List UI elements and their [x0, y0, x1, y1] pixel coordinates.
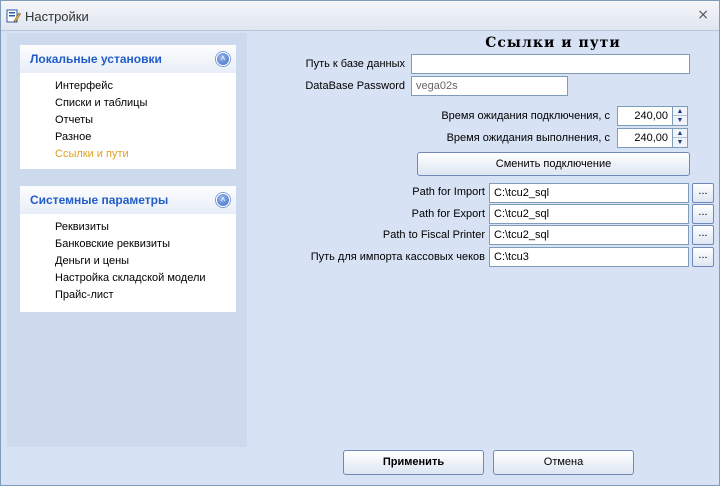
sidebar-item-price-list[interactable]: Прайс-лист — [20, 287, 236, 304]
group-header-system-params[interactable]: Системные параметры ˄ — [20, 186, 236, 214]
cancel-button[interactable]: Отмена — [493, 450, 634, 475]
sidebar-item-interface[interactable]: Интерфейс — [20, 78, 236, 95]
receipts-import-path-label: Путь для импорта кассовых чеков — [310, 251, 485, 263]
receipts-import-path-input[interactable] — [489, 247, 689, 267]
group-header-local-settings[interactable]: Локальные установки ˄ — [20, 45, 236, 73]
exec-timeout-input[interactable] — [617, 128, 673, 148]
window-title: Настройки — [25, 9, 89, 24]
sidebar-item-warehouse-model[interactable]: Настройка складской модели — [20, 270, 236, 287]
fiscal-printer-browse-button[interactable]: ... — [692, 225, 714, 245]
db-path-input[interactable] — [411, 54, 690, 74]
spin-up-icon[interactable]: ▲ — [673, 107, 687, 116]
spin-down-icon[interactable]: ▼ — [673, 116, 687, 125]
sidebar-item-requisites[interactable]: Реквизиты — [20, 219, 236, 236]
group-title: Локальные установки — [30, 52, 162, 66]
sidebar-item-money-prices[interactable]: Деньги и цены — [20, 253, 236, 270]
connect-timeout-input[interactable] — [617, 106, 673, 126]
collapse-up-icon[interactable]: ˄ — [216, 52, 230, 66]
export-path-input[interactable] — [489, 204, 689, 224]
import-browse-button[interactable]: ... — [692, 183, 714, 203]
group-system-params: Системные параметры ˄ Реквизиты Банковск… — [20, 186, 236, 312]
db-password-input[interactable] — [411, 76, 568, 96]
receipts-import-browse-button[interactable]: ... — [692, 247, 714, 267]
sidebar-item-bank-requisites[interactable]: Банковские реквизиты — [20, 236, 236, 253]
change-connection-button[interactable]: Сменить подключение — [417, 152, 690, 176]
settings-window: Настройки × Локальные установки ˄ Интерф… — [0, 0, 720, 486]
sidebar-item-reports[interactable]: Отчеты — [20, 112, 236, 129]
fiscal-printer-path-input[interactable] — [489, 225, 689, 245]
title-bar: Настройки × — [1, 1, 719, 31]
group-title: Системные параметры — [30, 193, 169, 207]
spin-down-icon[interactable]: ▼ — [673, 138, 687, 147]
section-heading: Ссылки и пути — [485, 35, 621, 51]
connect-timeout-label: Время ожидания подключения, с — [441, 110, 610, 122]
apply-button[interactable]: Применить — [343, 450, 484, 475]
db-path-label: Путь к базе данных — [305, 58, 405, 70]
sidebar-item-misc[interactable]: Разное — [20, 129, 236, 146]
sidebar-item-lists-tables[interactable]: Списки и таблицы — [20, 95, 236, 112]
settings-app-icon — [6, 9, 21, 23]
exec-timeout-label: Время ожидания выполнения, с — [446, 132, 610, 144]
import-path-input[interactable] — [489, 183, 689, 203]
sidebar: Локальные установки ˄ Интерфейс Списки и… — [7, 33, 247, 447]
db-password-label: DataBase Password — [305, 80, 405, 92]
spin-up-icon[interactable]: ▲ — [673, 129, 687, 138]
connect-timeout-stepper: ▲ ▼ — [617, 106, 688, 126]
fiscal-printer-path-label: Path to Fiscal Printer — [382, 229, 485, 241]
collapse-up-icon[interactable]: ˄ — [216, 193, 230, 207]
import-path-label: Path for Import — [412, 186, 485, 198]
export-browse-button[interactable]: ... — [692, 204, 714, 224]
exec-timeout-stepper: ▲ ▼ — [617, 128, 688, 148]
close-icon[interactable]: × — [697, 7, 709, 23]
export-path-label: Path for Export — [411, 208, 485, 220]
sidebar-item-links-paths[interactable]: Ссылки и пути — [20, 146, 236, 163]
group-local-settings: Локальные установки ˄ Интерфейс Списки и… — [20, 45, 236, 169]
